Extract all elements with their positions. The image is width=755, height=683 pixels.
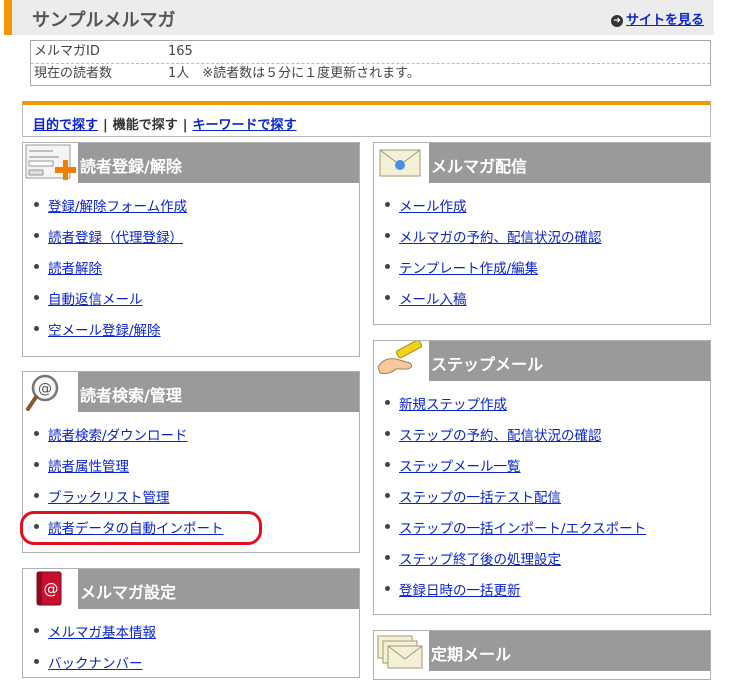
menu-link[interactable]: ステップの一括テスト配信 [399,490,561,506]
envelope-icon [374,143,429,183]
tab-search-by-purpose[interactable]: 目的で探す [33,118,98,133]
menu-link[interactable]: 読者属性管理 [48,459,129,475]
list-item: 読者属性管理 [33,455,224,486]
search-mode-nav: 目的で探す | 機能で探す | キーワードで探す [22,101,711,137]
menu-link[interactable]: ステップの一括インポート/エクスポート [399,521,646,537]
list-item: 登録日時の一括更新 [384,579,646,610]
panel-header: 定期メール [374,631,710,671]
panel-header: 読者登録/解除 [23,143,359,183]
panel-magazine-delivery: メルマガ配信 メール作成 メルマガの予約、配信状況の確認 テンプレート作成/編集… [373,142,711,325]
nav-separator: | [182,118,188,133]
menu-list: 登録/解除フォーム作成 読者登録（代理登録） 読者解除 自動返信メール 空メール… [33,195,187,350]
red-book-icon: @ [23,569,78,609]
hand-pen-icon [374,339,429,381]
menu-link[interactable]: メール作成 [399,199,467,215]
panel-periodic-mail: 定期メール [373,630,711,680]
page-header: サンプルメルマガ ➜ サイトを見る [4,0,714,35]
panel-header: @ 読者検索/管理 [23,372,359,412]
list-item: バックナンバー [33,652,156,683]
menu-link[interactable]: メール入稿 [399,292,467,308]
readers-value: 1人 ※読者数は５分に１度更新されます。 [168,66,420,81]
view-site-link[interactable]: ➜ サイトを見る [610,9,704,28]
menu-link[interactable]: ステップメール一覧 [399,459,521,475]
list-item: ステップの予約、配信状況の確認 [384,424,646,455]
list-item: ステップ終了後の処理設定 [384,548,646,579]
info-row-id: メルマガID 165 [31,41,710,64]
panel-title: メルマガ配信 [431,157,528,176]
panel-magazine-settings: @ メルマガ設定 メルマガ基本情報 バックナンバー [22,568,360,678]
tab-search-by-keyword[interactable]: キーワードで探す [193,118,297,133]
id-label: メルマガID [34,44,100,59]
panel-title: 読者検索/管理 [80,386,182,405]
svg-text:@: @ [38,381,52,397]
list-item: 読者登録（代理登録） [33,226,187,257]
stacked-envelopes-icon [374,631,429,671]
menu-link[interactable]: テンプレート作成/編集 [399,261,538,277]
menu-link[interactable]: ステップ終了後の処理設定 [399,552,561,568]
menu-link[interactable]: 登録/解除フォーム作成 [48,199,187,215]
list-item: ステップの一括インポート/エクスポート [384,517,646,548]
view-site-label: サイトを見る [625,13,704,28]
panel-title: 定期メール [431,645,512,664]
panel-step-mail: ステップメール 新規ステップ作成 ステップの予約、配信状況の確認 ステップメール… [373,339,711,615]
nav-separator: | [103,118,108,133]
list-item: 新規ステップ作成 [384,393,646,424]
list-item: 登録/解除フォーム作成 [33,195,187,226]
panel-title: 読者登録/解除 [80,157,182,176]
list-item: ステップの一括テスト配信 [384,486,646,517]
menu-link[interactable]: メルマガの予約、配信状況の確認 [399,230,602,246]
list-item: 自動返信メール [33,288,187,319]
arrow-right-icon: ➜ [610,15,623,27]
list-item: テンプレート作成/編集 [384,257,602,288]
list-item: 空メール登録/解除 [33,319,187,350]
menu-link[interactable]: 登録日時の一括更新 [399,583,521,599]
registration-form-icon [23,143,78,183]
tab-search-by-function[interactable]: 機能で探す [113,118,178,133]
menu-link[interactable]: ステップの予約、配信状況の確認 [399,428,602,444]
menu-list: メール作成 メルマガの予約、配信状況の確認 テンプレート作成/編集 メール入稿 [384,195,602,319]
menu-link[interactable]: 読者解除 [48,261,102,277]
menu-link[interactable]: バックナンバー [48,656,143,672]
panel-header: メルマガ配信 [374,143,710,183]
readers-label: 現在の読者数 [34,66,113,81]
svg-text:@: @ [44,580,59,598]
panel-header: ステップメール [374,339,710,381]
list-item: メール入稿 [384,288,602,319]
menu-link[interactable]: メルマガ基本情報 [48,625,156,641]
list-item: メール作成 [384,195,602,226]
menu-list: 新規ステップ作成 ステップの予約、配信状況の確認 ステップメール一覧 ステップの… [384,393,646,610]
list-item: ステップメール一覧 [384,455,646,486]
list-item: メルマガ基本情報 [33,621,156,652]
magnifier-at-icon: @ [23,372,78,412]
panel-header: @ メルマガ設定 [23,569,359,609]
menu-link[interactable]: 読者登録（代理登録） [48,230,183,246]
list-item: 読者検索/ダウンロード [33,424,224,455]
panel-title: ステップメール [431,355,544,374]
list-item: 読者解除 [33,257,187,288]
page-title: サンプルメルマガ [32,10,176,31]
panel-reader-registration: 読者登録/解除 登録/解除フォーム作成 読者登録（代理登録） 読者解除 自動返信… [22,142,360,357]
menu-list: メルマガ基本情報 バックナンバー [33,621,156,683]
list-item: メルマガの予約、配信状況の確認 [384,226,602,257]
menu-link[interactable]: 空メール登録/解除 [48,323,161,339]
id-value: 165 [168,44,193,59]
menu-link[interactable]: 新規ステップ作成 [399,397,507,413]
menu-link[interactable]: ブラックリスト管理 [48,490,170,506]
menu-link[interactable]: 読者検索/ダウンロード [48,428,188,444]
info-row-readers: 現在の読者数 1人 ※読者数は５分に１度更新されます。 [31,63,710,85]
magazine-info-table: メルマガID 165 現在の読者数 1人 ※読者数は５分に１度更新されます。 [30,40,711,86]
menu-link[interactable]: 自動返信メール [48,292,143,308]
panel-title: メルマガ設定 [80,583,177,602]
highlight-annotation [20,511,262,545]
